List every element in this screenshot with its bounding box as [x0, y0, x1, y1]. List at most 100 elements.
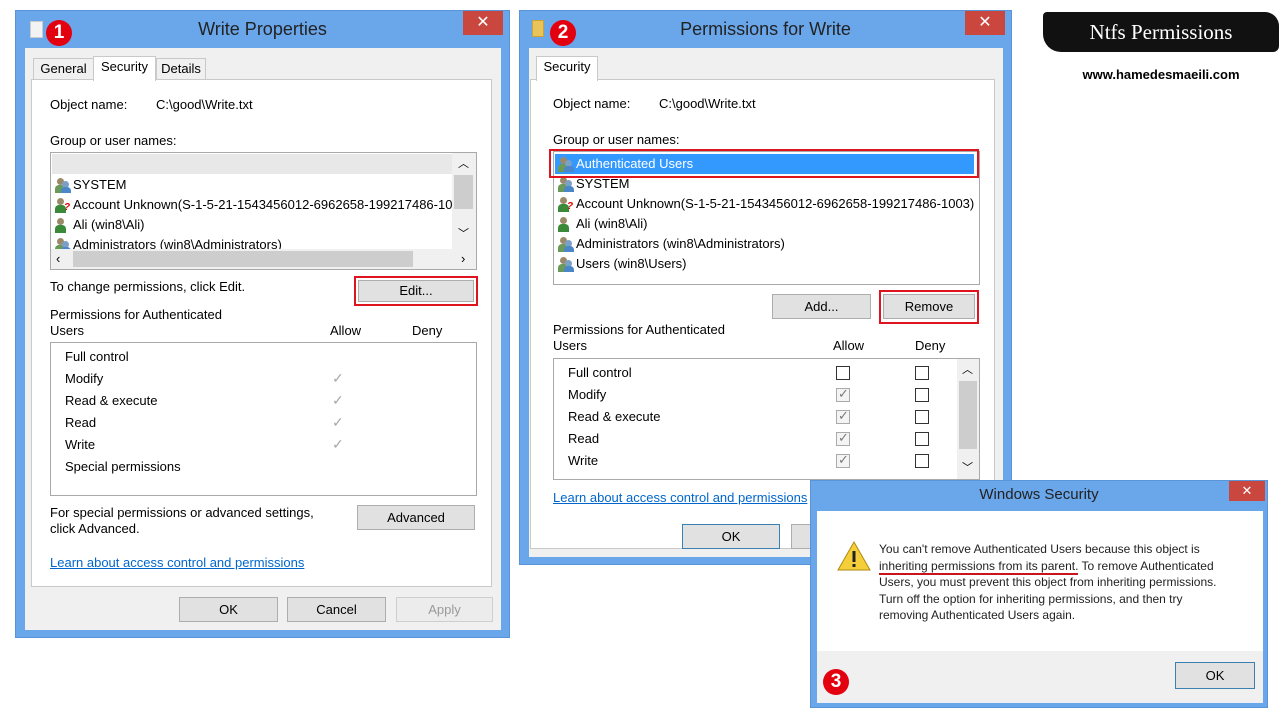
user-list[interactable]: Administrators (win8\Administrators) Ali …: [50, 152, 477, 270]
permission-row: Read: [568, 429, 599, 449]
brand-title: Ntfs Permissions: [1089, 20, 1233, 44]
permission-name: Write: [65, 437, 96, 452]
ok-button[interactable]: OK: [682, 524, 780, 549]
user-name: Account Unknown(S-1-5-21-1543456012-6962…: [73, 197, 460, 212]
change-permissions-text: To change permissions, click Edit.: [50, 279, 246, 294]
user-icon: [558, 256, 574, 272]
help-link[interactable]: Learn about access control and permissio…: [50, 555, 304, 570]
permission-name: Read & execute: [65, 393, 158, 408]
allow-checkbox[interactable]: [836, 430, 850, 446]
allow-checkbox[interactable]: [836, 366, 850, 380]
permissions-label-users: Users: [50, 323, 84, 338]
deny-checkbox[interactable]: [915, 454, 929, 468]
permission-name: Modify: [65, 371, 104, 386]
tab-security[interactable]: Security: [536, 56, 598, 81]
user-name: Users (win8\Users): [576, 256, 687, 271]
special-text: For special permissions or advanced sett…: [50, 505, 314, 520]
group-label: Group or user names:: [553, 132, 680, 147]
list-item[interactable]: Ali (win8\Ali): [558, 214, 648, 234]
permissions-label: Permissions for Authenticated: [553, 322, 725, 337]
permission-name: Read: [65, 415, 97, 430]
apply-button[interactable]: Apply: [396, 597, 493, 622]
advanced-button[interactable]: Advanced: [357, 505, 475, 530]
deny-checkbox[interactable]: [915, 432, 929, 446]
permission-name: Modify: [568, 387, 607, 402]
permissions-list: Full control Modify ✓ Read & execute ✓ Read ✓ W…: [50, 342, 477, 496]
tab-security[interactable]: Security: [93, 56, 156, 81]
deny-checkbox[interactable]: [915, 388, 929, 402]
user-icon: [55, 217, 71, 233]
permission-name: Read: [568, 431, 600, 446]
user-name: Account Unknown(S-1-5-21-1543456012-6962…: [576, 196, 975, 211]
cancel-button[interactable]: Cancel: [287, 597, 386, 622]
permission-row: Full control: [568, 363, 632, 383]
close-button[interactable]: ✕: [1229, 481, 1265, 501]
allow-checkbox[interactable]: [836, 386, 850, 402]
user-name: SYSTEM: [73, 177, 127, 192]
tab-details[interactable]: Details: [156, 58, 206, 80]
horizontal-scrollbar[interactable]: ‹ ›: [51, 249, 476, 269]
allow-check-icon: ✓: [332, 370, 344, 386]
special-text-2: click Advanced.: [50, 521, 140, 536]
highlighted-phrase: inheriting permissions from its parent.: [879, 558, 1079, 575]
vertical-scrollbar[interactable]: ︿ ﹀: [452, 153, 476, 249]
list-item[interactable]: Administrators (win8\Administrators): [558, 234, 785, 254]
allow-checkbox[interactable]: [836, 408, 850, 424]
allow-checkbox[interactable]: [836, 452, 850, 468]
help-link[interactable]: Learn about access control and permissio…: [553, 490, 807, 505]
close-button[interactable]: ✕: [965, 11, 1005, 35]
list-item[interactable]: SYSTEM: [55, 175, 126, 195]
object-name-value: C:\good\Write.txt: [659, 96, 756, 111]
windows-security-dialog: Windows Security ✕ You can't remove Auth…: [810, 480, 1268, 708]
object-name-label: Object name:: [50, 97, 128, 112]
remove-button[interactable]: Remove: [883, 294, 975, 319]
permission-row: Full control: [65, 347, 129, 367]
user-name: Administrators (win8\Administrators): [576, 236, 785, 251]
user-name: Ali (win8\Ali): [576, 216, 648, 231]
object-name-label: Object name:: [553, 96, 631, 111]
warning-icon: [837, 541, 871, 571]
permission-row: Read & execute: [568, 407, 661, 427]
brand-banner: Ntfs Permissions: [1043, 12, 1279, 52]
permission-name: Read & execute: [568, 409, 661, 424]
deny-checkbox[interactable]: [915, 410, 929, 424]
permission-row: Modify: [65, 369, 103, 389]
allow-check-icon: ✓: [332, 436, 344, 452]
user-icon: ?: [558, 196, 574, 212]
list-item[interactable]: Users (win8\Users): [558, 254, 687, 274]
write-properties-window: 1 Write Properties ✕ General Security De…: [15, 10, 510, 638]
permission-row: Read: [65, 413, 96, 433]
close-button[interactable]: ✕: [463, 11, 503, 35]
ok-button[interactable]: OK: [1175, 662, 1255, 689]
add-button[interactable]: Add...: [772, 294, 871, 319]
allow-check-icon: ✓: [332, 414, 344, 430]
list-item[interactable]: ? Account Unknown(S-1-5-21-1543456012-696…: [55, 195, 460, 215]
permission-row: Read & execute: [65, 391, 158, 411]
user-icon: [558, 216, 574, 232]
allow-header: Allow: [833, 338, 865, 353]
permission-name: Full control: [568, 365, 632, 380]
user-icon: ?: [55, 197, 71, 213]
user-icon: [558, 176, 574, 192]
deny-checkbox[interactable]: [915, 366, 929, 380]
permission-row: Modify: [568, 385, 606, 405]
tab-general[interactable]: General: [33, 58, 94, 80]
permission-row: Special permissions: [65, 457, 181, 477]
permission-name: Full control: [65, 349, 129, 364]
edit-button[interactable]: Edit...: [358, 280, 474, 302]
list-item[interactable]: Ali (win8\Ali): [55, 215, 145, 235]
allow-header: Allow: [330, 323, 362, 338]
step-badge-3: 3: [823, 669, 849, 695]
permissions-label: Permissions for Authenticated: [50, 307, 222, 322]
allow-check-icon: ✓: [332, 392, 344, 408]
permission-name: Special permissions: [65, 459, 181, 474]
list-item[interactable]: ? Account Unknown(S-1-5-21-1543456012-696…: [558, 194, 974, 214]
vertical-scrollbar[interactable]: ︿ ﹀: [957, 359, 979, 479]
message: You can't remove Authenticated Users bec…: [879, 542, 1217, 622]
selection-highlight: [549, 149, 979, 178]
window-title: Write Properties: [198, 19, 327, 39]
user-icon: [558, 236, 574, 252]
user-icon: [55, 177, 71, 193]
ok-button[interactable]: OK: [179, 597, 278, 622]
deny-header: Deny: [915, 338, 946, 353]
